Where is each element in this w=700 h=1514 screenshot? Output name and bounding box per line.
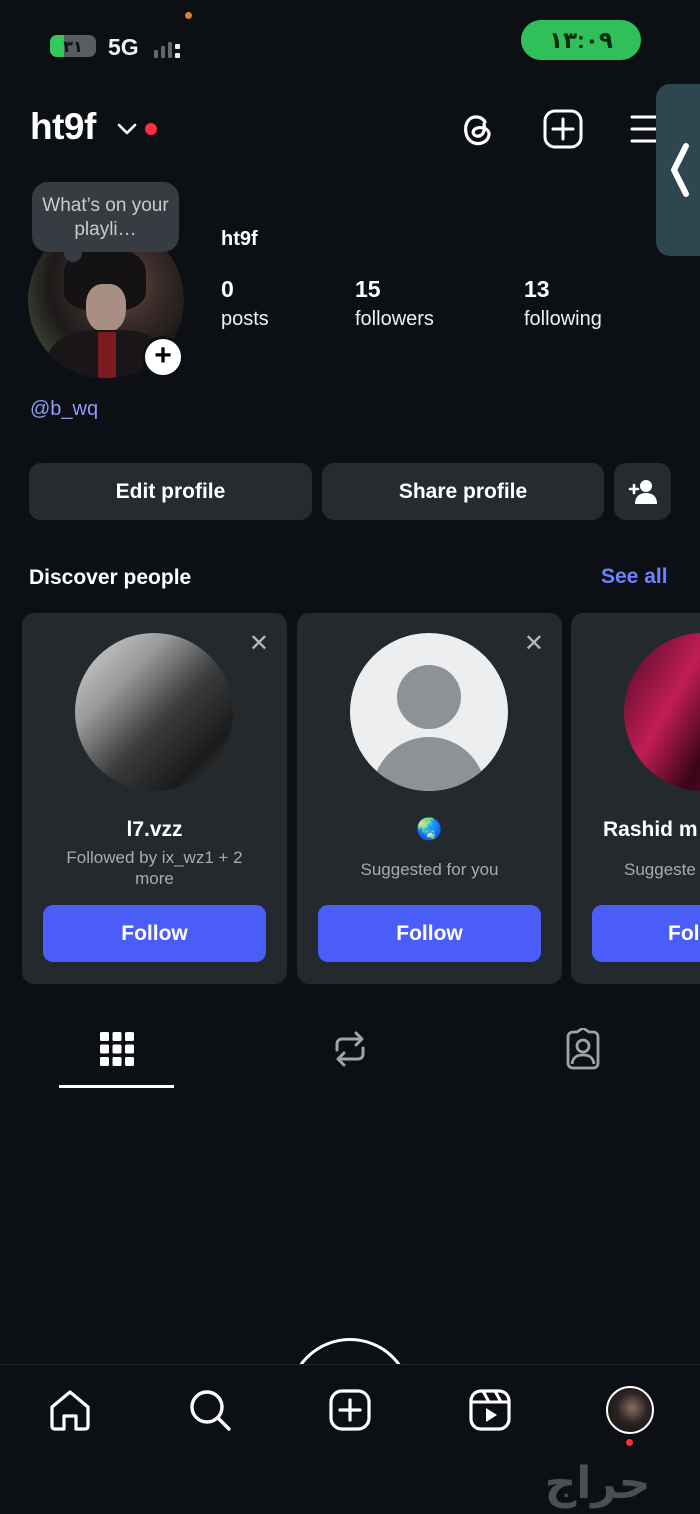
suggestion-subtitle: Suggeste [624,860,696,879]
stat-label: posts [221,308,269,330]
signal-icon [154,36,180,58]
profile-full-name: ht9f [221,228,258,250]
chevron-down-icon[interactable] [117,122,137,136]
discover-people-title: Discover people [29,566,192,589]
account-switcher-username[interactable]: ht9f [30,106,96,148]
watermark-logo: حراج [544,1459,651,1508]
stat-posts[interactable]: 0 posts [221,276,269,331]
search-icon[interactable] [188,1388,232,1432]
profile-tab-avatar[interactable] [606,1386,654,1434]
suggestion-subtitle: Suggested for you [360,860,499,879]
network-type: 5G [108,34,139,60]
default-avatar-icon[interactable] [350,633,508,791]
suggestion-name[interactable]: l7.vzz [22,818,287,842]
discover-people-button[interactable] [614,463,671,520]
camera-indicator-dot [185,12,192,19]
tagged-icon[interactable] [562,1028,604,1070]
suggestion-subtitle: Followed by ix_wz1 + 2 more [66,848,243,888]
dismiss-icon[interactable]: ✕ [524,629,544,658]
suggestion-card[interactable]: Rashid m Suggeste Fol [571,613,700,984]
stat-count: 13 [524,276,550,302]
note-bubble[interactable]: What’s on your playli… [32,182,179,262]
suggestion-card[interactable]: ✕ 🌏 Suggested for you Follow [297,613,562,984]
battery-level: ٣١ [63,39,83,56]
suggestion-avatar[interactable] [75,633,233,791]
create-post-icon[interactable] [542,108,584,150]
add-story-button[interactable]: + [142,336,184,378]
suggestion-name[interactable]: 🌏 [297,818,562,842]
status-time[interactable]: ١٣:٠٩ [521,20,641,60]
edit-profile-button[interactable]: Edit profile [29,463,312,520]
follow-button[interactable]: Follow [43,905,266,962]
add-person-icon [628,480,657,504]
follow-button[interactable]: Fol [592,905,700,962]
share-profile-button[interactable]: Share profile [322,463,604,520]
notification-dot [626,1439,633,1446]
chevron-left-icon [671,143,689,197]
stat-count: 0 [221,276,234,302]
battery-indicator: ٣١ [50,35,96,57]
stat-label: followers [355,308,434,330]
notification-dot [145,123,157,135]
dismiss-icon[interactable]: ✕ [249,629,269,658]
home-icon[interactable] [48,1388,92,1432]
threads-icon[interactable] [456,108,498,150]
suggestion-avatar[interactable] [624,633,700,791]
suggestion-card[interactable]: ✕ l7.vzz Followed by ix_wz1 + 2 more Fol… [22,613,287,984]
suggestion-name[interactable]: Rashid m [603,818,698,842]
see-all-link[interactable]: See all [601,565,668,589]
reposts-icon[interactable] [329,1028,371,1070]
reels-icon[interactable] [468,1388,512,1432]
threads-handle-link[interactable]: @b_wq [30,398,98,421]
stat-label: following [524,308,602,330]
grid-icon[interactable] [96,1028,138,1070]
stat-followers[interactable]: 15 followers [355,276,434,331]
create-icon[interactable] [328,1388,372,1432]
stat-count: 15 [355,276,381,302]
stat-following[interactable]: 13 following [524,276,602,331]
side-panel-handle[interactable] [656,84,700,256]
follow-button[interactable]: Follow [318,905,541,962]
active-tab-indicator [59,1085,174,1088]
